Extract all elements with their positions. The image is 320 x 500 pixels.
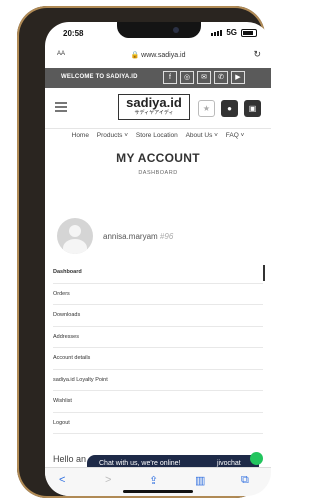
menu-item-loyalty-point[interactable]: sadiya.id Loyalty Point bbox=[53, 370, 263, 391]
tabs-icon[interactable]: ⧉ bbox=[241, 474, 249, 487]
nav-products[interactable]: Products ˅ bbox=[97, 132, 128, 139]
welcome-bar: WELCOME TO SADIYA.ID f ◎ ✉ ✆ ▶ bbox=[45, 68, 271, 88]
url-bar[interactable]: AA 🔒 www.sadiya.id ↻ bbox=[45, 48, 271, 64]
status-time: 20:58 bbox=[63, 29, 84, 38]
menu-item-dashboard[interactable]: Dashboard bbox=[53, 262, 265, 284]
welcome-text: WELCOME TO SADIYA.ID bbox=[61, 74, 138, 80]
facebook-icon[interactable]: f bbox=[163, 71, 177, 84]
signal-icon bbox=[211, 29, 223, 36]
status-right: 5G bbox=[211, 28, 257, 37]
phone-icon[interactable]: ✆ bbox=[214, 71, 228, 84]
lock-icon: 🔒 bbox=[130, 52, 140, 59]
home-indicator bbox=[123, 490, 193, 493]
chat-brand: jivochat bbox=[217, 460, 241, 467]
nav-store-location[interactable]: Store Location bbox=[136, 132, 178, 139]
logo-text: sadiya.id bbox=[126, 95, 182, 110]
avatar bbox=[57, 218, 93, 254]
main-nav: Home Products ˅ Store Location About Us … bbox=[45, 132, 271, 139]
nav-faq[interactable]: FAQ ˅ bbox=[226, 132, 245, 139]
camera bbox=[173, 27, 179, 33]
reload-icon[interactable]: ↻ bbox=[253, 49, 261, 60]
page-title: MY ACCOUNT bbox=[116, 151, 200, 165]
menu-item-account-details[interactable]: Account details bbox=[53, 348, 263, 370]
share-icon[interactable]: ⇪ bbox=[149, 474, 158, 487]
url-text[interactable]: 🔒 www.sadiya.id bbox=[45, 51, 271, 59]
nav-home[interactable]: Home bbox=[72, 132, 89, 139]
site-logo[interactable]: sadiya.id サディヤアイディ bbox=[118, 94, 190, 120]
chat-message: Chat with us, we're online! bbox=[99, 460, 181, 467]
page-subtitle: DASHBOARD bbox=[138, 170, 178, 176]
social-links: f ◎ ✉ ✆ ▶ bbox=[163, 71, 245, 84]
nav-about-us[interactable]: About Us ˅ bbox=[186, 132, 218, 139]
menu-item-downloads[interactable]: Downloads bbox=[53, 305, 263, 327]
forward-icon[interactable]: > bbox=[105, 474, 111, 486]
phone-frame: 20:58 5G AA 🔒 www.sadiya.id ↻ WELCOME TO… bbox=[17, 6, 271, 498]
instagram-icon[interactable]: ◎ bbox=[180, 71, 194, 84]
user-id: #96 bbox=[159, 232, 174, 241]
online-indicator bbox=[250, 452, 263, 465]
hamburger-menu-icon[interactable] bbox=[55, 102, 67, 114]
user-name-text: annisa.maryam bbox=[103, 232, 158, 241]
bookmarks-icon[interactable]: ▥ bbox=[195, 474, 205, 487]
network-label: 5G bbox=[226, 28, 237, 37]
cart-icon[interactable]: ▣ bbox=[244, 100, 261, 117]
greeting-text: Hello an bbox=[53, 454, 87, 464]
url-value: www.sadiya.id bbox=[141, 52, 186, 59]
account-user-icon[interactable]: ● bbox=[221, 100, 238, 117]
site-header: sadiya.id サディヤアイディ ★ ● ▣ bbox=[45, 88, 271, 129]
header-icons: ★ ● ▣ bbox=[198, 100, 261, 117]
notch bbox=[117, 22, 201, 38]
user-name: annisa.maryam #96 bbox=[103, 232, 173, 241]
menu-item-addresses[interactable]: Addresses bbox=[53, 327, 263, 348]
logo-subtext: サディヤアイディ bbox=[134, 110, 174, 116]
battery-icon bbox=[241, 28, 257, 37]
menu-item-wishlist[interactable]: Wishlist bbox=[53, 391, 263, 413]
menu-item-orders[interactable]: Orders bbox=[53, 284, 263, 305]
phone-screen: 20:58 5G AA 🔒 www.sadiya.id ↻ WELCOME TO… bbox=[45, 22, 271, 496]
wishlist-star-icon[interactable]: ★ bbox=[198, 100, 215, 117]
youtube-icon[interactable]: ▶ bbox=[231, 71, 245, 84]
email-icon[interactable]: ✉ bbox=[197, 71, 211, 84]
browser-toolbar: < > ⇪ ▥ ⧉ bbox=[45, 467, 271, 496]
menu-item-logout[interactable]: Logout bbox=[53, 413, 263, 434]
account-menu: Dashboard Orders Downloads Addresses Acc… bbox=[53, 262, 265, 434]
back-icon[interactable]: < bbox=[59, 474, 65, 486]
